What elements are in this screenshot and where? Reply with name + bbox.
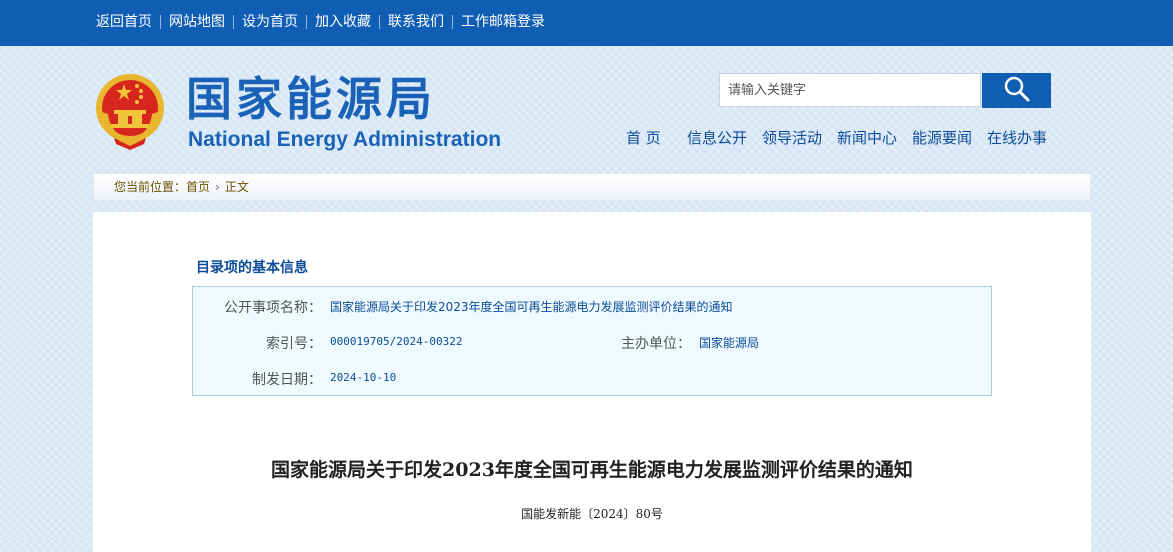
nav-home[interactable]: 首 页 [626, 128, 661, 148]
link-contact[interactable]: 联系我们 [380, 12, 452, 32]
link-add-favorite[interactable]: 加入收藏 [307, 12, 379, 32]
nav-info-disclosure[interactable]: 信息公开 [687, 128, 747, 148]
breadcrumb: 您当前位置：首页 › 正文 [93, 173, 1091, 201]
link-set-homepage[interactable]: 设为首页 [234, 12, 306, 32]
date-label: 制发日期： [252, 372, 322, 388]
chevron-right-icon: › [215, 180, 220, 194]
search-icon [1003, 75, 1031, 106]
content-panel: 目录项的基本信息 公开事项名称： 国家能源局关于印发2023年度全国可再生能源电… [93, 212, 1091, 552]
name-value: 国家能源局关于印发2023年度全国可再生能源电力发展监测评价结果的通知 [330, 300, 733, 314]
national-emblem-icon [94, 72, 166, 150]
index-label: 索引号： [266, 336, 322, 352]
nav-leader-activities[interactable]: 领导活动 [762, 128, 822, 148]
search-button[interactable] [982, 73, 1051, 108]
breadcrumb-current: 正文 [224, 180, 249, 194]
link-home[interactable]: 返回首页 [96, 12, 160, 32]
document-title: 国家能源局关于印发2023年度全国可再生能源电力发展监测评价结果的通知 [271, 459, 913, 481]
nav-news-center[interactable]: 新闻中心 [837, 128, 897, 148]
catalog-title: 目录项的基本信息 [196, 260, 308, 276]
date-value: 2024-10-10 [330, 371, 397, 384]
unit-label: 主办单位： [621, 336, 691, 352]
site-title: 国家能源局 [186, 72, 436, 126]
link-sitemap[interactable]: 网站地图 [161, 12, 233, 32]
catalog-info-box: 公开事项名称： 国家能源局关于印发2023年度全国可再生能源电力发展监测评价结果… [192, 286, 992, 396]
breadcrumb-prefix: 您当前位置： [114, 180, 187, 194]
index-value: 000019705/2024-00322 [330, 335, 463, 348]
top-bar: 返回首页 网站地图 设为首页 加入收藏 联系我们 工作邮箱登录 [0, 0, 1173, 46]
unit-value: 国家能源局 [699, 336, 760, 350]
nav-online-services[interactable]: 在线办事 [987, 128, 1047, 148]
top-links: 返回首页 网站地图 设为首页 加入收藏 联系我们 工作邮箱登录 [96, 12, 553, 32]
nav-energy-news[interactable]: 能源要闻 [912, 128, 972, 148]
link-work-email[interactable]: 工作邮箱登录 [453, 12, 553, 32]
breadcrumb-home-link[interactable]: 首页 [186, 180, 210, 194]
document-number: 国能发新能〔2024〕80号 [521, 507, 663, 521]
search-input[interactable] [719, 73, 981, 107]
site-title-english: National Energy Administration [188, 128, 502, 151]
name-label: 公开事项名称： [224, 300, 322, 316]
